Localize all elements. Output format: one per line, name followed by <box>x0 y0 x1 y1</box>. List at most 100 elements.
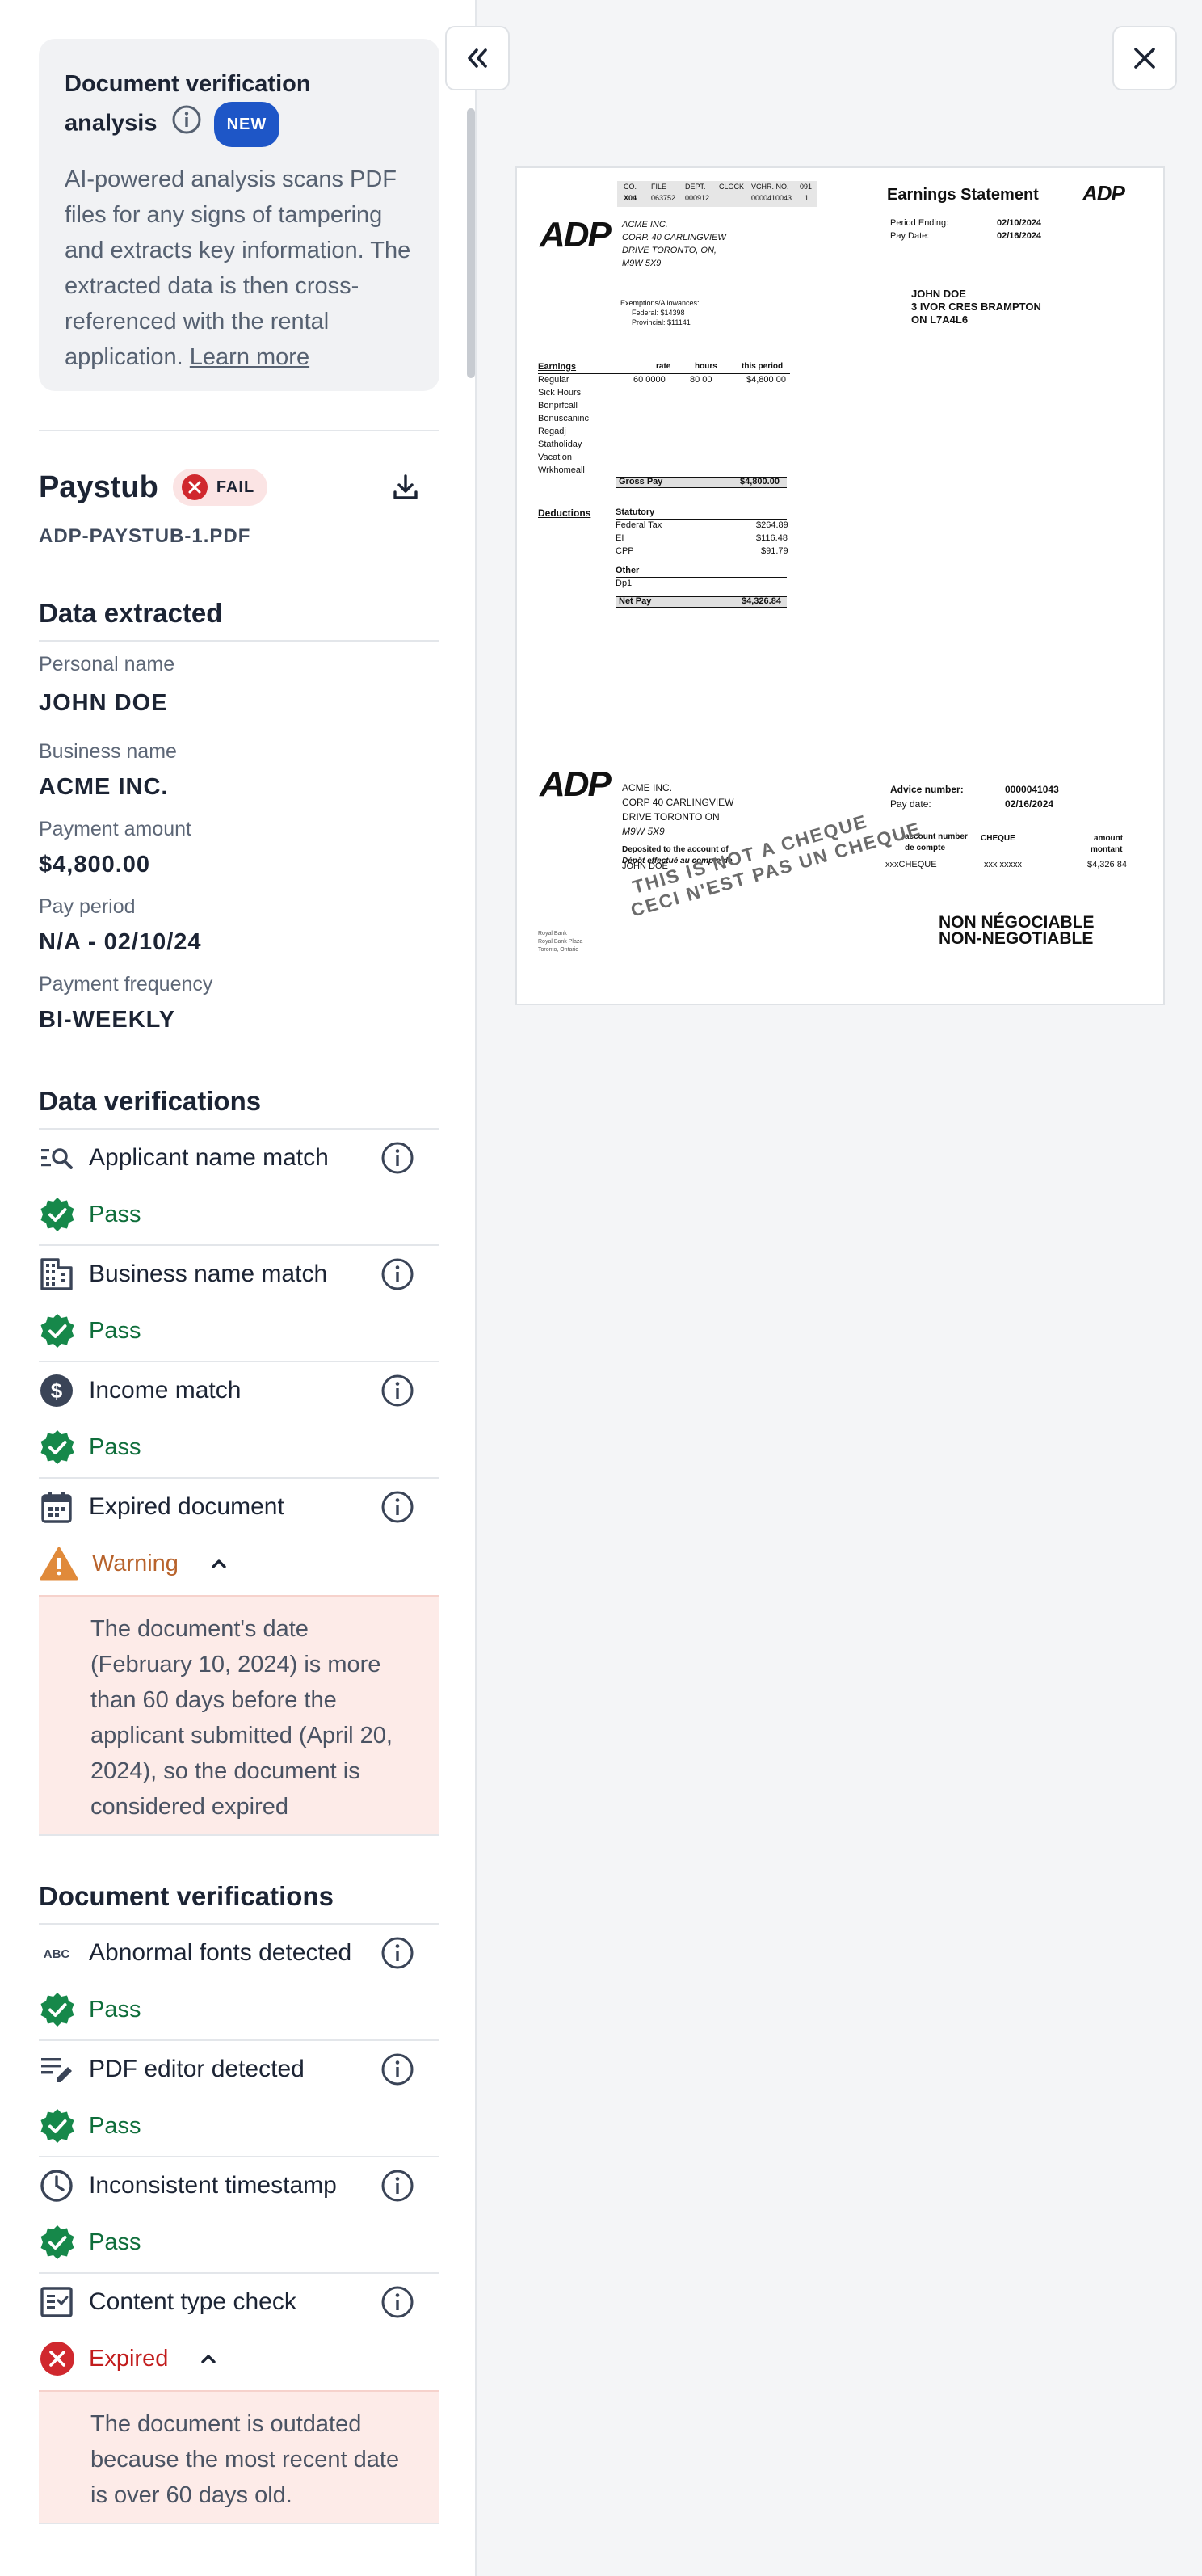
double-chevron-left-icon <box>468 48 487 68</box>
info-icon[interactable] <box>380 1140 415 1176</box>
divider <box>39 1834 439 1836</box>
doc-employee-line: JOHN DOE <box>911 288 966 300</box>
status-text: Pass <box>89 1201 141 1227</box>
fail-badge: FAIL <box>172 469 268 506</box>
doc-period-ending-label: Period Ending: <box>890 218 949 228</box>
doc-header-val: 1 <box>805 194 809 202</box>
paystub-filename[interactable]: ADP-PAYSTUB-1.PDF <box>39 525 439 548</box>
doc-cheque-label: CHEQUE <box>981 834 1015 843</box>
divider <box>39 1923 439 1925</box>
doc-exemptions: Federal: $14398 <box>632 309 685 317</box>
verification-row-applicant-name: Applicant name match <box>39 1138 439 1178</box>
app-root: Document verification analysis NEW AI-po… <box>0 0 1202 2576</box>
learn-more-link[interactable]: Learn more <box>190 344 309 370</box>
verification-row-income: $ Income match <box>39 1370 439 1411</box>
checklist-icon <box>39 2283 76 2321</box>
download-icon[interactable] <box>389 471 422 503</box>
divider <box>39 1128 439 1130</box>
info-icon[interactable] <box>170 103 203 146</box>
doc-header-val: 0000410043 <box>751 194 792 202</box>
info-icon[interactable] <box>380 2168 415 2203</box>
info-card-description: AI-powered analysis scans PDF files for … <box>65 166 411 370</box>
divider <box>39 1361 439 1362</box>
status-pass: Pass <box>39 1429 141 1466</box>
field-label: Payment amount <box>39 818 191 840</box>
doc-deduction-name: CPP <box>616 546 634 556</box>
verification-row-abnormal-fonts: ABC Abnormal fonts detected <box>39 1933 439 1973</box>
doc-earnings-rate: 60 0000 <box>633 375 666 385</box>
divider <box>39 2039 439 2041</box>
verification-row-pdf-editor: PDF editor detected <box>39 2049 439 2090</box>
doc-statutory-label: Statutory <box>616 507 655 517</box>
info-icon[interactable] <box>380 1489 415 1525</box>
paystub-header: Paystub FAIL <box>39 469 439 506</box>
doc-earnings-row: Statholiday <box>538 440 582 449</box>
abc-icon: ABC <box>39 1934 76 1972</box>
status-warning-toggle[interactable]: Warning <box>39 1545 230 1582</box>
sidebar-scrollbar[interactable] <box>467 108 475 378</box>
info-icon[interactable] <box>380 1373 415 1408</box>
status-text: Pass <box>89 1996 141 2022</box>
chevron-up-icon[interactable] <box>197 2347 220 2370</box>
doc-deposited-label: Deposited to the account of <box>622 845 729 854</box>
doc-header-col: CLOCK <box>719 183 745 191</box>
status-pass: Pass <box>39 1991 141 2028</box>
verification-name: Abnormal fonts detected <box>89 1939 352 1966</box>
doc-bank-line: Toronto, Ontario <box>538 947 579 953</box>
doc-company-line: M9W 5X9 <box>622 259 662 268</box>
doc-company-line: DRIVE TORONTO, ON, <box>622 246 717 255</box>
calendar-icon <box>39 1488 76 1526</box>
doc-deduction-name: EI <box>616 533 624 543</box>
doc-earnings-amount: $4,800 00 <box>746 375 786 385</box>
adp-logo: ADP <box>540 764 612 804</box>
info-icon[interactable] <box>380 2284 415 2320</box>
doc-title: Earnings Statement <box>887 186 1039 204</box>
doc-net-pay: $4,326.84 <box>742 596 781 606</box>
chevron-up-icon[interactable] <box>208 1552 230 1575</box>
doc-header-col: FILE <box>651 183 667 191</box>
data-extracted-title: Data extracted <box>39 598 223 628</box>
divider <box>39 640 439 642</box>
doc-header-col: CO. <box>624 183 637 191</box>
status-text: Pass <box>89 2229 141 2255</box>
svg-text:$: $ <box>51 1378 63 1403</box>
doc-advice-company: ACME INC. <box>622 782 673 793</box>
doc-rule <box>538 373 790 374</box>
info-icon[interactable] <box>380 1256 415 1292</box>
doc-amount-fr: montant <box>1091 845 1123 854</box>
analysis-sidebar: Document verification analysis NEW AI-po… <box>0 0 477 2576</box>
doc-header-val: 000912 <box>685 194 710 202</box>
divider <box>39 430 439 431</box>
business-name-value: ACME INC. <box>39 774 169 800</box>
doc-pay-date-label: Pay Date: <box>890 231 930 241</box>
doc-other-label: Other <box>616 566 640 575</box>
check-badge-icon <box>40 2225 74 2259</box>
check-badge-icon <box>40 1993 74 2027</box>
warning-triangle-icon <box>40 1547 78 1581</box>
verification-row-expired-document: Expired document <box>39 1487 439 1527</box>
doc-earnings-header: Earnings <box>538 362 577 372</box>
doc-earnings-row: Regular <box>538 375 569 385</box>
status-pass: Pass <box>39 1312 141 1349</box>
doc-header-col: 091 <box>800 183 813 191</box>
info-icon[interactable] <box>380 1935 415 1971</box>
doc-employee-line: ON L7A4L6 <box>911 314 969 326</box>
status-expired-toggle[interactable]: Expired <box>39 2340 220 2377</box>
doc-amount-label: amount <box>1094 834 1124 843</box>
close-button[interactable] <box>1112 26 1177 90</box>
doc-deduction-amount: $91.79 <box>761 546 788 556</box>
edit-list-icon <box>39 2051 76 2088</box>
x-circle-icon <box>40 2342 74 2376</box>
doc-earnings-row: Sick Hours <box>538 388 582 398</box>
info-icon[interactable] <box>380 2052 415 2087</box>
info-card-title-line2: analysis <box>65 110 158 137</box>
paystub-document-preview[interactable]: CO. FILE DEPT. CLOCK VCHR. NO. 091 X04 0… <box>515 166 1165 1005</box>
status-text: Expired <box>89 2345 169 2372</box>
doc-advice-number: 0000041043 <box>1005 784 1059 795</box>
doc-gross-pay-label: Gross Pay <box>619 477 663 486</box>
verification-name: Income match <box>89 1377 242 1404</box>
verification-name: Business name match <box>89 1261 328 1287</box>
field-label: Pay period <box>39 895 136 918</box>
doc-company-line: ACME INC. <box>622 220 668 229</box>
collapse-panel-button[interactable] <box>445 26 510 90</box>
